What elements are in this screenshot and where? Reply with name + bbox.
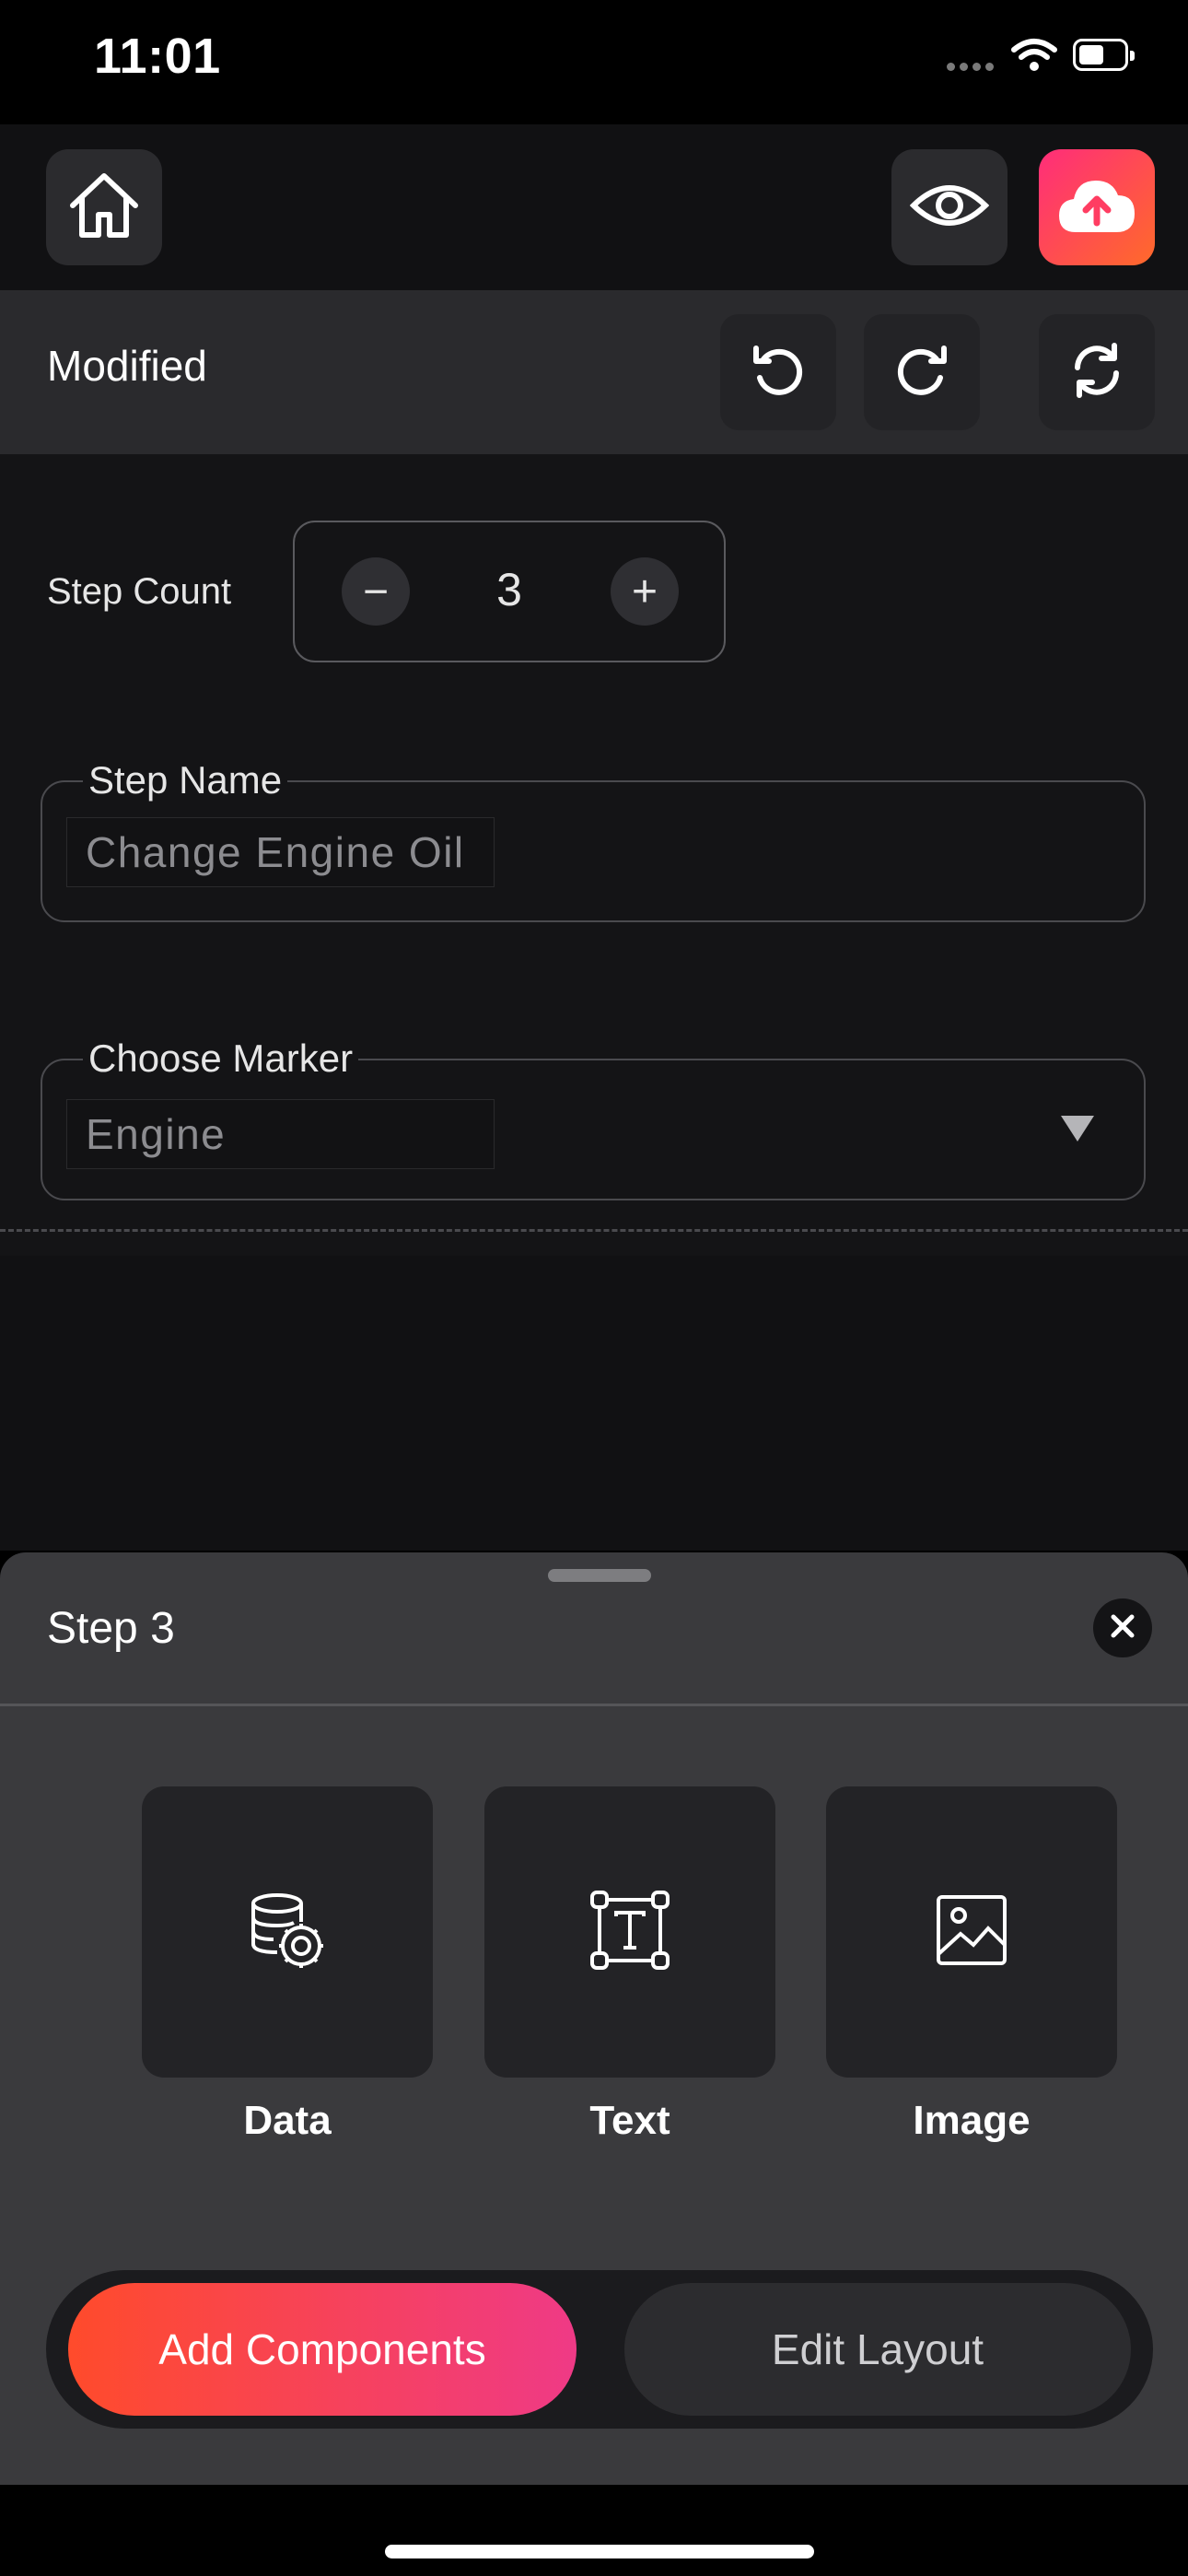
undo-button[interactable]	[720, 314, 836, 430]
sheet-divider	[0, 1704, 1188, 1706]
component-label-text: Text	[589, 2098, 670, 2143]
close-button[interactable]	[1093, 1598, 1152, 1657]
wifi-icon	[1010, 37, 1058, 78]
refresh-icon	[1066, 340, 1127, 405]
redo-button[interactable]	[864, 314, 980, 430]
bottom-sheet: Step 3 Data Text Image Add Components Ed…	[0, 1552, 1188, 2485]
increment-button[interactable]: +	[611, 557, 679, 626]
step-name-input[interactable]: Change Engine Oil	[66, 817, 495, 887]
add-components-button[interactable]: Add Components	[68, 2283, 577, 2416]
sheet-drag-handle[interactable]	[548, 1569, 651, 1582]
image-icon	[935, 1893, 1008, 1972]
component-label-data: Data	[243, 2098, 332, 2143]
mode-segmented-control: Add Components Edit Layout	[46, 2270, 1153, 2429]
step-count-label: Step Count	[47, 571, 232, 612]
step-name-field: Step Name Change Engine Oil	[41, 758, 1146, 922]
upload-button[interactable]	[1039, 149, 1155, 265]
status-bar: 11:01	[0, 0, 1188, 124]
top-toolbar	[0, 124, 1188, 290]
canvas-area	[0, 1256, 1188, 1551]
component-tile-image[interactable]	[826, 1786, 1117, 2078]
database-gear-icon	[246, 1889, 329, 1976]
sheet-title: Step 3	[47, 1604, 175, 1653]
component-tile-text[interactable]	[484, 1786, 775, 2078]
refresh-button[interactable]	[1039, 314, 1155, 430]
step-count-stepper: − 3 +	[293, 521, 726, 662]
marker-field[interactable]: Choose Marker Engine	[41, 1036, 1146, 1200]
signal-dots-icon	[947, 59, 998, 76]
eye-icon	[909, 180, 990, 236]
home-indicator[interactable]	[385, 2545, 814, 2558]
preview-button[interactable]	[891, 149, 1007, 265]
home-icon	[65, 169, 143, 247]
undo-icon	[749, 341, 808, 404]
status-time: 11:01	[94, 29, 221, 84]
step-name-legend: Step Name	[83, 758, 288, 802]
text-box-icon	[588, 1889, 671, 1976]
step-editor: Step Count − 3 + Step Name Change Engine…	[0, 454, 1188, 1256]
redo-icon	[892, 341, 951, 404]
home-indicator-area	[0, 2485, 1188, 2576]
edit-layout-button[interactable]: Edit Layout	[624, 2283, 1131, 2416]
modified-status: Modified	[47, 342, 207, 390]
component-label-image: Image	[913, 2098, 1031, 2143]
dropdown-caret-icon[interactable]	[1061, 1116, 1094, 1142]
marker-legend: Choose Marker	[83, 1036, 359, 1081]
close-icon	[1109, 1612, 1136, 1645]
divider	[0, 1229, 1188, 1232]
home-button[interactable]	[46, 149, 162, 265]
component-tile-data[interactable]	[142, 1786, 433, 2078]
cloud-upload-icon	[1055, 175, 1138, 240]
marker-select[interactable]: Engine	[66, 1099, 495, 1169]
modified-bar: Modified	[0, 290, 1188, 454]
battery-icon	[1073, 39, 1135, 71]
